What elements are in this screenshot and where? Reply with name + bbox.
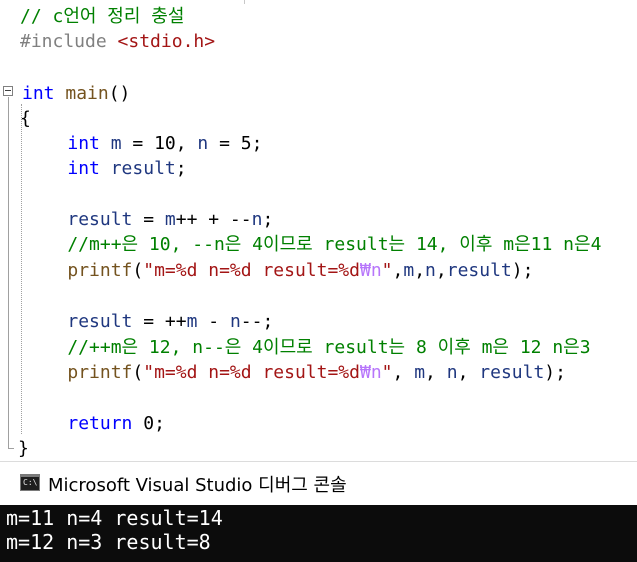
code-token: " — [381, 260, 393, 281]
code-token: ( — [132, 362, 144, 383]
console-title: Microsoft Visual Studio 디버그 콘솔 — [48, 475, 347, 496]
code-token: result — [446, 260, 512, 281]
code-token: ; — [262, 209, 274, 230]
code-token: // c언어 정리 충설 — [20, 6, 185, 27]
code-line: int main() — [22, 81, 130, 106]
code-token: n — [425, 260, 436, 281]
code-token: , — [425, 362, 447, 383]
code-token: , — [392, 260, 404, 281]
code-token: int — [22, 83, 55, 104]
code-token: = — [132, 209, 165, 230]
debug-console-window: C:\ Microsoft Visual Studio 디버그 콘솔 m=11 … — [0, 461, 637, 562]
code-line: } — [18, 436, 29, 461]
code-token: ++ + -- — [175, 209, 252, 230]
code-token: , — [457, 362, 480, 383]
code-editor[interactable]: // c언어 정리 충설 #include <stdio.h> int main()… — [0, 0, 637, 461]
code-token: - — [197, 311, 230, 332]
code-token: = 10, — [121, 133, 198, 154]
code-line: return 0; — [24, 411, 165, 436]
console-output-line: m=11 n=4 result=14 — [6, 506, 223, 530]
code-token: 0; — [132, 413, 165, 434]
code-token: m — [110, 133, 122, 154]
code-line: printf("m=%d n=%d result=%d₩n", m, n, re… — [24, 360, 566, 385]
code-token: result — [67, 311, 133, 332]
code-token: n — [446, 362, 458, 383]
code-line: { — [20, 106, 31, 131]
code-token: return — [67, 413, 133, 434]
code-token: ₩n — [359, 260, 382, 281]
code-token: " — [381, 362, 393, 383]
code-token: //m++은 10, --n은 4이므로 result는 14, 이후 m은11… — [24, 234, 602, 255]
code-token: "m=%d n=%d result=%d — [143, 260, 360, 281]
code-token: int — [67, 133, 100, 154]
code-token: ); — [544, 362, 566, 383]
collapse-icon[interactable] — [3, 86, 13, 96]
fold-line — [8, 97, 9, 449]
code-token: result — [479, 362, 545, 383]
code-token: } — [18, 438, 29, 459]
code-token: , — [392, 362, 415, 383]
code-token: #include — [20, 31, 118, 52]
code-token: = ++ — [132, 311, 187, 332]
code-line: //++m은 12, n--은 4이므로 result는 8 이후 m은 12 … — [24, 335, 591, 360]
code-line: int result; — [24, 156, 187, 181]
code-token: main — [65, 83, 109, 104]
code-line: //m++은 10, --n은 4이므로 result는 14, 이후 m은11… — [24, 232, 601, 257]
code-token: n — [229, 311, 241, 332]
code-line: int m = 10, n = 5; — [24, 131, 262, 156]
code-token: printf — [67, 260, 133, 281]
code-token: result — [67, 209, 133, 230]
code-token: --; — [240, 311, 274, 332]
code-token: m — [164, 209, 176, 230]
code-line: #include <stdio.h> — [20, 29, 215, 54]
indent-guide — [21, 104, 22, 434]
code-token: printf — [67, 362, 133, 383]
code-line: // c언어 정리 충설 — [20, 4, 184, 29]
code-token: <stdio.h> — [117, 31, 216, 52]
code-line: result = ++m - n--; — [24, 309, 273, 334]
console-title-bar[interactable]: C:\ Microsoft Visual Studio 디버그 콘솔 — [0, 462, 637, 505]
code-token: m — [186, 311, 198, 332]
code-token: m — [403, 260, 415, 281]
code-token: n — [251, 209, 263, 230]
code-token: , — [414, 260, 426, 281]
editor-divider — [244, 0, 245, 4]
code-token: ); — [511, 260, 534, 281]
console-output-line: m=12 n=3 result=8 — [6, 530, 211, 554]
code-token: //++m은 12, n--은 4이므로 result는 8 이후 m은 12 … — [24, 337, 591, 358]
code-token: = 5; — [208, 133, 263, 154]
code-token: ; — [175, 158, 187, 179]
code-line: result = m++ + --n; — [24, 207, 273, 232]
code-token: result — [110, 158, 176, 179]
console-output: m=11 n=4 result=14 m=12 n=3 result=8 — [0, 505, 637, 562]
code-token: m — [414, 362, 426, 383]
code-token: , — [435, 260, 447, 281]
code-token: () — [108, 83, 131, 104]
code-token: n — [197, 133, 209, 154]
code-line: printf("m=%d n=%d result=%d₩n",m,n,resul… — [24, 258, 533, 283]
code-token: { — [20, 108, 31, 129]
console-app-icon: C:\ — [20, 474, 40, 491]
code-token: "m=%d n=%d result=%d — [143, 362, 360, 383]
code-token: ₩n — [359, 362, 382, 383]
code-token: int — [67, 158, 100, 179]
fold-end — [8, 448, 14, 449]
code-token: ( — [132, 260, 144, 281]
